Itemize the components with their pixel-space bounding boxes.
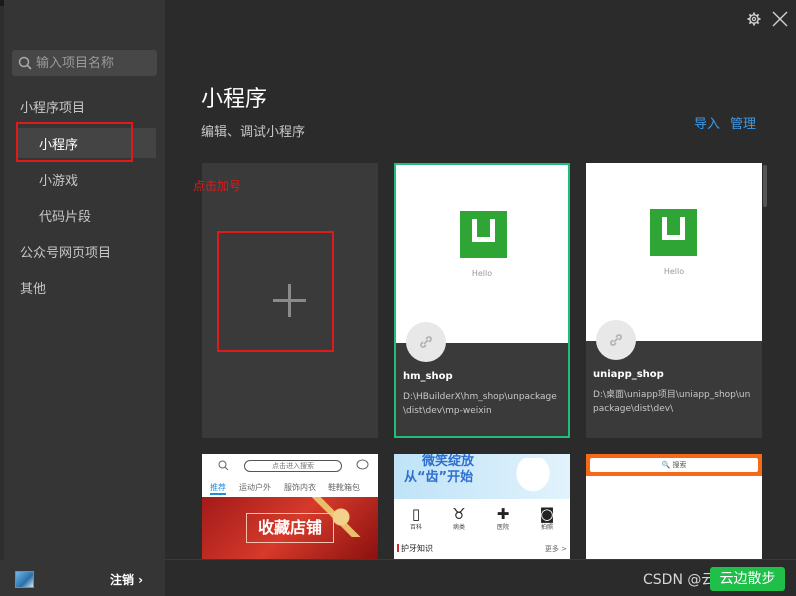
project-card-preview-shop[interactable]: 点击进入搜索 推荐 运动户外 服饰内衣 鞋靴箱包 收藏店铺 (202, 454, 378, 559)
project-path: D:\HBuilderX\hm_shop\unpackage\dist\dev\… (403, 392, 557, 416)
uniapp-logo-icon (460, 211, 507, 258)
tooth-illustration-icon (512, 458, 554, 496)
sidebar-item-minigame[interactable]: 小游戏 (39, 170, 78, 189)
preview-banner: 收藏店铺 (202, 497, 378, 559)
thumbnail-text: Hello (663, 267, 685, 276)
preview-tab: 服饰内衣 (284, 483, 316, 492)
hospital-icon: ✚ 医院 (496, 505, 510, 531)
sidebar-item-code-snippet[interactable]: 代码片段 (39, 206, 91, 225)
sidebar-group-webpage[interactable]: 公众号网页项目 (20, 242, 111, 261)
import-link[interactable]: 导入 (694, 113, 720, 132)
annotation-box-sidebar (16, 122, 133, 162)
project-thumbnail: Hello (586, 163, 762, 341)
project-path: D:\桌面\uniapp项目\uniapp_shop\unpackage\dis… (593, 390, 751, 414)
project-name: uniapp_shop (593, 369, 664, 380)
page-subtitle: 编辑、调试小程序 (201, 125, 306, 140)
sidebar: 小程序项目 小程序 小游戏 代码片段 公众号网页项目 其他 (4, 0, 165, 596)
uniapp-logo-icon (650, 209, 697, 256)
project-name: hm_shop (403, 371, 453, 382)
preview-icon-row: ▯ 百科 ♉ 病类 ✚ 医院 ◙ 拍照 (394, 504, 570, 538)
cloud-button[interactable]: 云边散步 (710, 567, 785, 591)
preview-topbar: 🔍 搜索 (586, 454, 762, 476)
logout-button[interactable]: 注销 › (110, 571, 143, 588)
preview-more-link: 更多 > (544, 545, 567, 553)
annotation-text: 点击加号 (193, 179, 242, 193)
book-icon: ▯ 百科 (409, 505, 422, 531)
preview-searchbar: 点击进入搜索 (202, 454, 378, 478)
scrollbar-thumb[interactable] (763, 165, 767, 207)
project-card-uniapp-shop[interactable]: Hello uniapp_shop D:\桌面\uniapp项目\uniapp_… (586, 163, 762, 438)
close-icon[interactable] (772, 11, 788, 27)
link-icon (596, 320, 636, 360)
sidebar-group-miniprogram[interactable]: 小程序项目 (20, 97, 85, 116)
thumbnail-text: Hello (471, 269, 493, 278)
banner-line2: 从“齿”开始 (404, 470, 474, 485)
preview-tabs: 推荐 运动户外 服饰内衣 鞋靴箱包 (202, 479, 378, 497)
preview-tab: 鞋靴箱包 (328, 483, 360, 492)
preview-banner-text: 收藏店铺 (246, 513, 334, 543)
plus-icon-vertical (288, 284, 291, 317)
avatar[interactable] (15, 571, 34, 588)
preview-section-title: 护牙知识 (397, 543, 433, 554)
page-title: 小程序 (201, 87, 268, 112)
search-input[interactable] (36, 55, 154, 71)
sidebar-group-other[interactable]: 其他 (20, 278, 46, 297)
project-card-preview-search[interactable]: 🔍 搜索 (586, 454, 762, 559)
project-thumbnail: Hello (396, 165, 568, 343)
app-window: 小程序项目 小程序 小游戏 代码片段 公众号网页项目 其他 注销 › 小程序 编… (0, 0, 796, 596)
preview-tab: 运动户外 (239, 483, 271, 492)
manage-link[interactable]: 管理 (730, 113, 756, 132)
project-card-preview-dental[interactable]: 微笑绽放 从“齿”开始 ▯ 百科 ♉ 病类 ✚ 医院 ◙ 拍照 护牙知识 更多 > (394, 454, 570, 559)
search-icon (18, 56, 32, 70)
annotation-box-plus (217, 231, 334, 352)
gear-icon[interactable] (747, 12, 761, 26)
project-card-hm-shop[interactable]: Hello hm_shop D:\HBuilderX\hm_shop\unpac… (394, 163, 570, 438)
search-icon (218, 460, 229, 471)
project-search[interactable] (12, 50, 157, 76)
preview-banner: 微笑绽放 从“齿”开始 (394, 454, 570, 499)
preview-search-box: 🔍 搜索 (590, 458, 758, 472)
link-icon (406, 322, 446, 362)
tooth-icon: ♉ 病类 (452, 505, 466, 531)
preview-tab: 推荐 (210, 482, 226, 495)
camera-icon: ◙ 拍照 (539, 505, 555, 531)
chat-icon (356, 459, 369, 470)
preview-search-box: 点击进入搜索 (244, 460, 342, 472)
